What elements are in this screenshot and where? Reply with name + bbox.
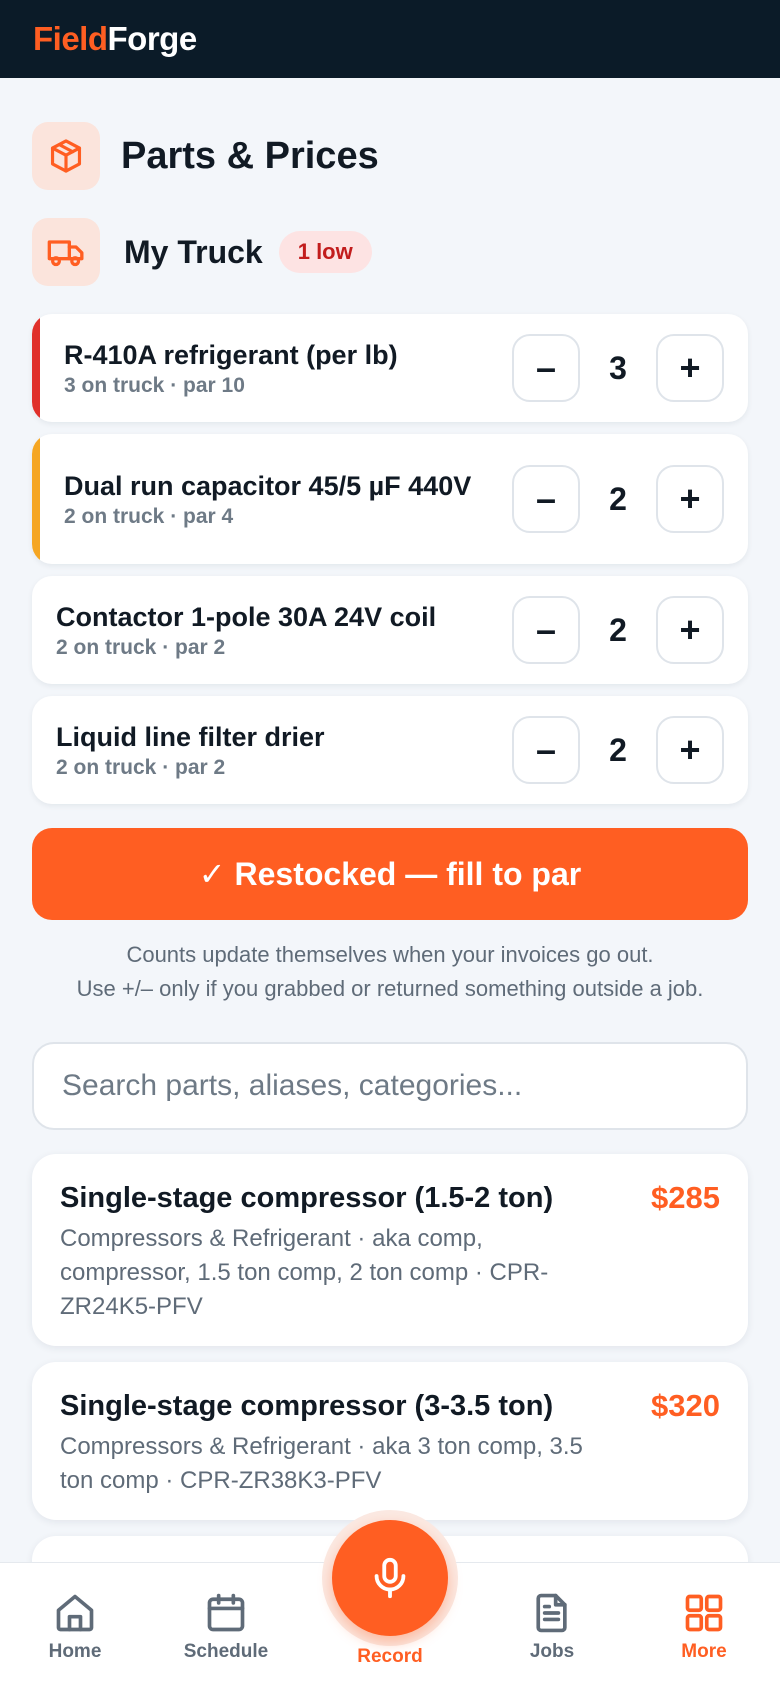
part-name: Single-stage compressor (1.5-2 ton)	[60, 1182, 554, 1214]
nav-jobs[interactable]: Jobs	[492, 1563, 612, 1688]
quantity-stepper: – 2 +	[512, 465, 724, 533]
truck-title: My Truck	[124, 233, 263, 270]
app-root: FieldForge Parts & Prices My Truck 1 low	[0, 0, 780, 1688]
truck-item-name: Liquid line filter drier	[56, 721, 325, 752]
truck-item-count: 2 on truck · par 2	[56, 635, 226, 659]
quantity-value: 2	[609, 731, 627, 768]
top-bar: FieldForge	[0, 0, 780, 78]
microphone-icon	[374, 1557, 406, 1599]
increment-button[interactable]: +	[656, 716, 724, 784]
nav-label: More	[681, 1641, 727, 1662]
quantity-value: 2	[609, 611, 627, 648]
warning-stripe	[32, 434, 40, 564]
decrement-button[interactable]: –	[512, 334, 580, 402]
hint-line: Counts update themselves when your invoi…	[126, 942, 654, 967]
grid-icon	[685, 1594, 723, 1632]
package-icon	[32, 122, 100, 190]
truck-item-card: Dual run capacitor 45/5 µF 440V 2 on tru…	[32, 434, 748, 564]
brand-part-field: Field	[33, 20, 108, 57]
calendar-icon	[207, 1593, 245, 1632]
quantity-stepper: – 2 +	[512, 716, 724, 784]
brand-logo[interactable]: FieldForge	[33, 20, 197, 58]
page-header: Parts & Prices	[32, 122, 379, 190]
nav-label: Schedule	[183, 1641, 269, 1662]
nav-label: Home	[48, 1641, 102, 1662]
low-stock-stripe	[32, 314, 40, 422]
nav-home[interactable]: Home	[15, 1563, 135, 1688]
nav-label: Jobs	[529, 1641, 575, 1662]
decrement-button[interactable]: –	[512, 596, 580, 664]
truck-item-card: R-410A refrigerant (per lb) 3 on truck ·…	[32, 314, 748, 422]
decrement-button[interactable]: –	[512, 716, 580, 784]
record-button[interactable]	[332, 1520, 448, 1636]
truck-item-count: 3 on truck · par 10	[64, 373, 245, 397]
truck-item-info: Dual run capacitor 45/5 µF 440V 2 on tru…	[64, 434, 484, 564]
part-meta: Compressors & Refrigerant · aka comp, co…	[60, 1225, 549, 1320]
truck-item-card: Liquid line filter drier 2 on truck · pa…	[32, 696, 748, 804]
truck-item-name: Dual run capacitor 45/5 µF 440V	[64, 470, 472, 501]
quantity-stepper: – 2 +	[512, 596, 724, 664]
brand-part-forge: Forge	[107, 20, 198, 57]
part-card[interactable]: Single-stage compressor (3-3.5 ton) $320…	[32, 1362, 748, 1520]
nav-schedule[interactable]: Schedule	[166, 1563, 286, 1688]
part-price: $320	[651, 1388, 720, 1423]
part-header: Single-stage compressor (3-3.5 ton) $320	[60, 1388, 720, 1424]
part-card[interactable]: Single-stage compressor (1.5-2 ton) $285…	[32, 1154, 748, 1346]
truck-item-info: Contactor 1-pole 30A 24V coil 2 on truck…	[56, 576, 526, 684]
truck-item-count: 2 on truck · par 2	[56, 755, 226, 779]
truck-item-count: 2 on truck · par 4	[64, 504, 234, 528]
record-halo	[322, 1510, 458, 1646]
increment-button[interactable]: +	[656, 334, 724, 402]
truck-item-card: Contactor 1-pole 30A 24V coil 2 on truck…	[32, 576, 748, 684]
nav-more[interactable]: More	[644, 1563, 764, 1688]
part-name: Single-stage compressor (3-3.5 ton)	[60, 1390, 554, 1422]
part-meta: Compressors & Refrigerant · aka 3 ton co…	[60, 1433, 583, 1494]
quantity-value: 3	[609, 349, 627, 386]
increment-button[interactable]: +	[656, 465, 724, 533]
hint-line: Use +/– only if you grabbed or returned …	[76, 976, 704, 1001]
truck-icon	[32, 218, 100, 286]
restock-hint: Counts update themselves when your invoi…	[0, 938, 780, 1006]
quantity-value: 2	[609, 480, 627, 517]
increment-button[interactable]: +	[656, 596, 724, 664]
truck-item-info: R-410A refrigerant (per lb) 3 on truck ·…	[64, 314, 534, 422]
page-title: Parts & Prices	[121, 134, 379, 177]
truck-item-name: Contactor 1-pole 30A 24V coil	[56, 601, 437, 632]
document-icon	[536, 1593, 567, 1633]
part-price: $285	[651, 1180, 720, 1215]
search-input[interactable]	[32, 1042, 748, 1130]
record-label: Record	[357, 1646, 423, 1667]
low-stock-badge: 1 low	[278, 231, 372, 273]
quantity-stepper: – 3 +	[512, 334, 724, 402]
home-icon	[56, 1594, 94, 1632]
restock-button[interactable]: ✓ Restocked — fill to par	[32, 828, 748, 920]
truck-item-name: R-410A refrigerant (per lb)	[64, 339, 398, 370]
truck-header: My Truck 1 low	[32, 218, 372, 286]
decrement-button[interactable]: –	[512, 465, 580, 533]
truck-item-info: Liquid line filter drier 2 on truck · pa…	[56, 696, 526, 804]
part-header: Single-stage compressor (1.5-2 ton) $285	[60, 1180, 720, 1216]
